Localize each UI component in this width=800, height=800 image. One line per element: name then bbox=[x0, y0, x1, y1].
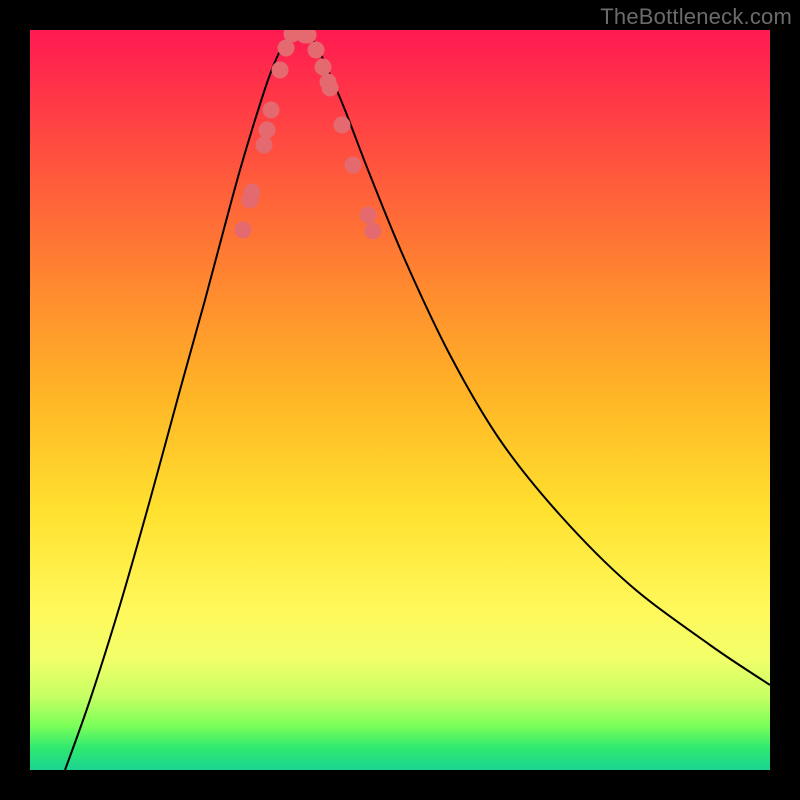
sample-dot bbox=[345, 157, 362, 174]
sample-dot bbox=[272, 62, 289, 79]
sample-dot bbox=[256, 137, 273, 154]
sample-dot bbox=[244, 184, 261, 201]
sample-dot bbox=[322, 80, 339, 97]
sample-dot bbox=[334, 117, 351, 134]
sample-dot bbox=[308, 42, 325, 59]
sample-dot bbox=[365, 223, 382, 240]
curve-svg bbox=[30, 30, 770, 770]
sample-dot bbox=[360, 207, 377, 224]
gradient-plot-area bbox=[30, 30, 770, 770]
sample-dots-group bbox=[235, 30, 382, 240]
watermark-label: TheBottleneck.com bbox=[600, 4, 792, 30]
bottleneck-curve bbox=[65, 32, 770, 770]
sample-dot bbox=[315, 59, 332, 76]
chart-frame: TheBottleneck.com bbox=[0, 0, 800, 800]
sample-dot bbox=[235, 222, 252, 239]
sample-dot bbox=[259, 122, 276, 139]
sample-dot bbox=[263, 102, 280, 119]
